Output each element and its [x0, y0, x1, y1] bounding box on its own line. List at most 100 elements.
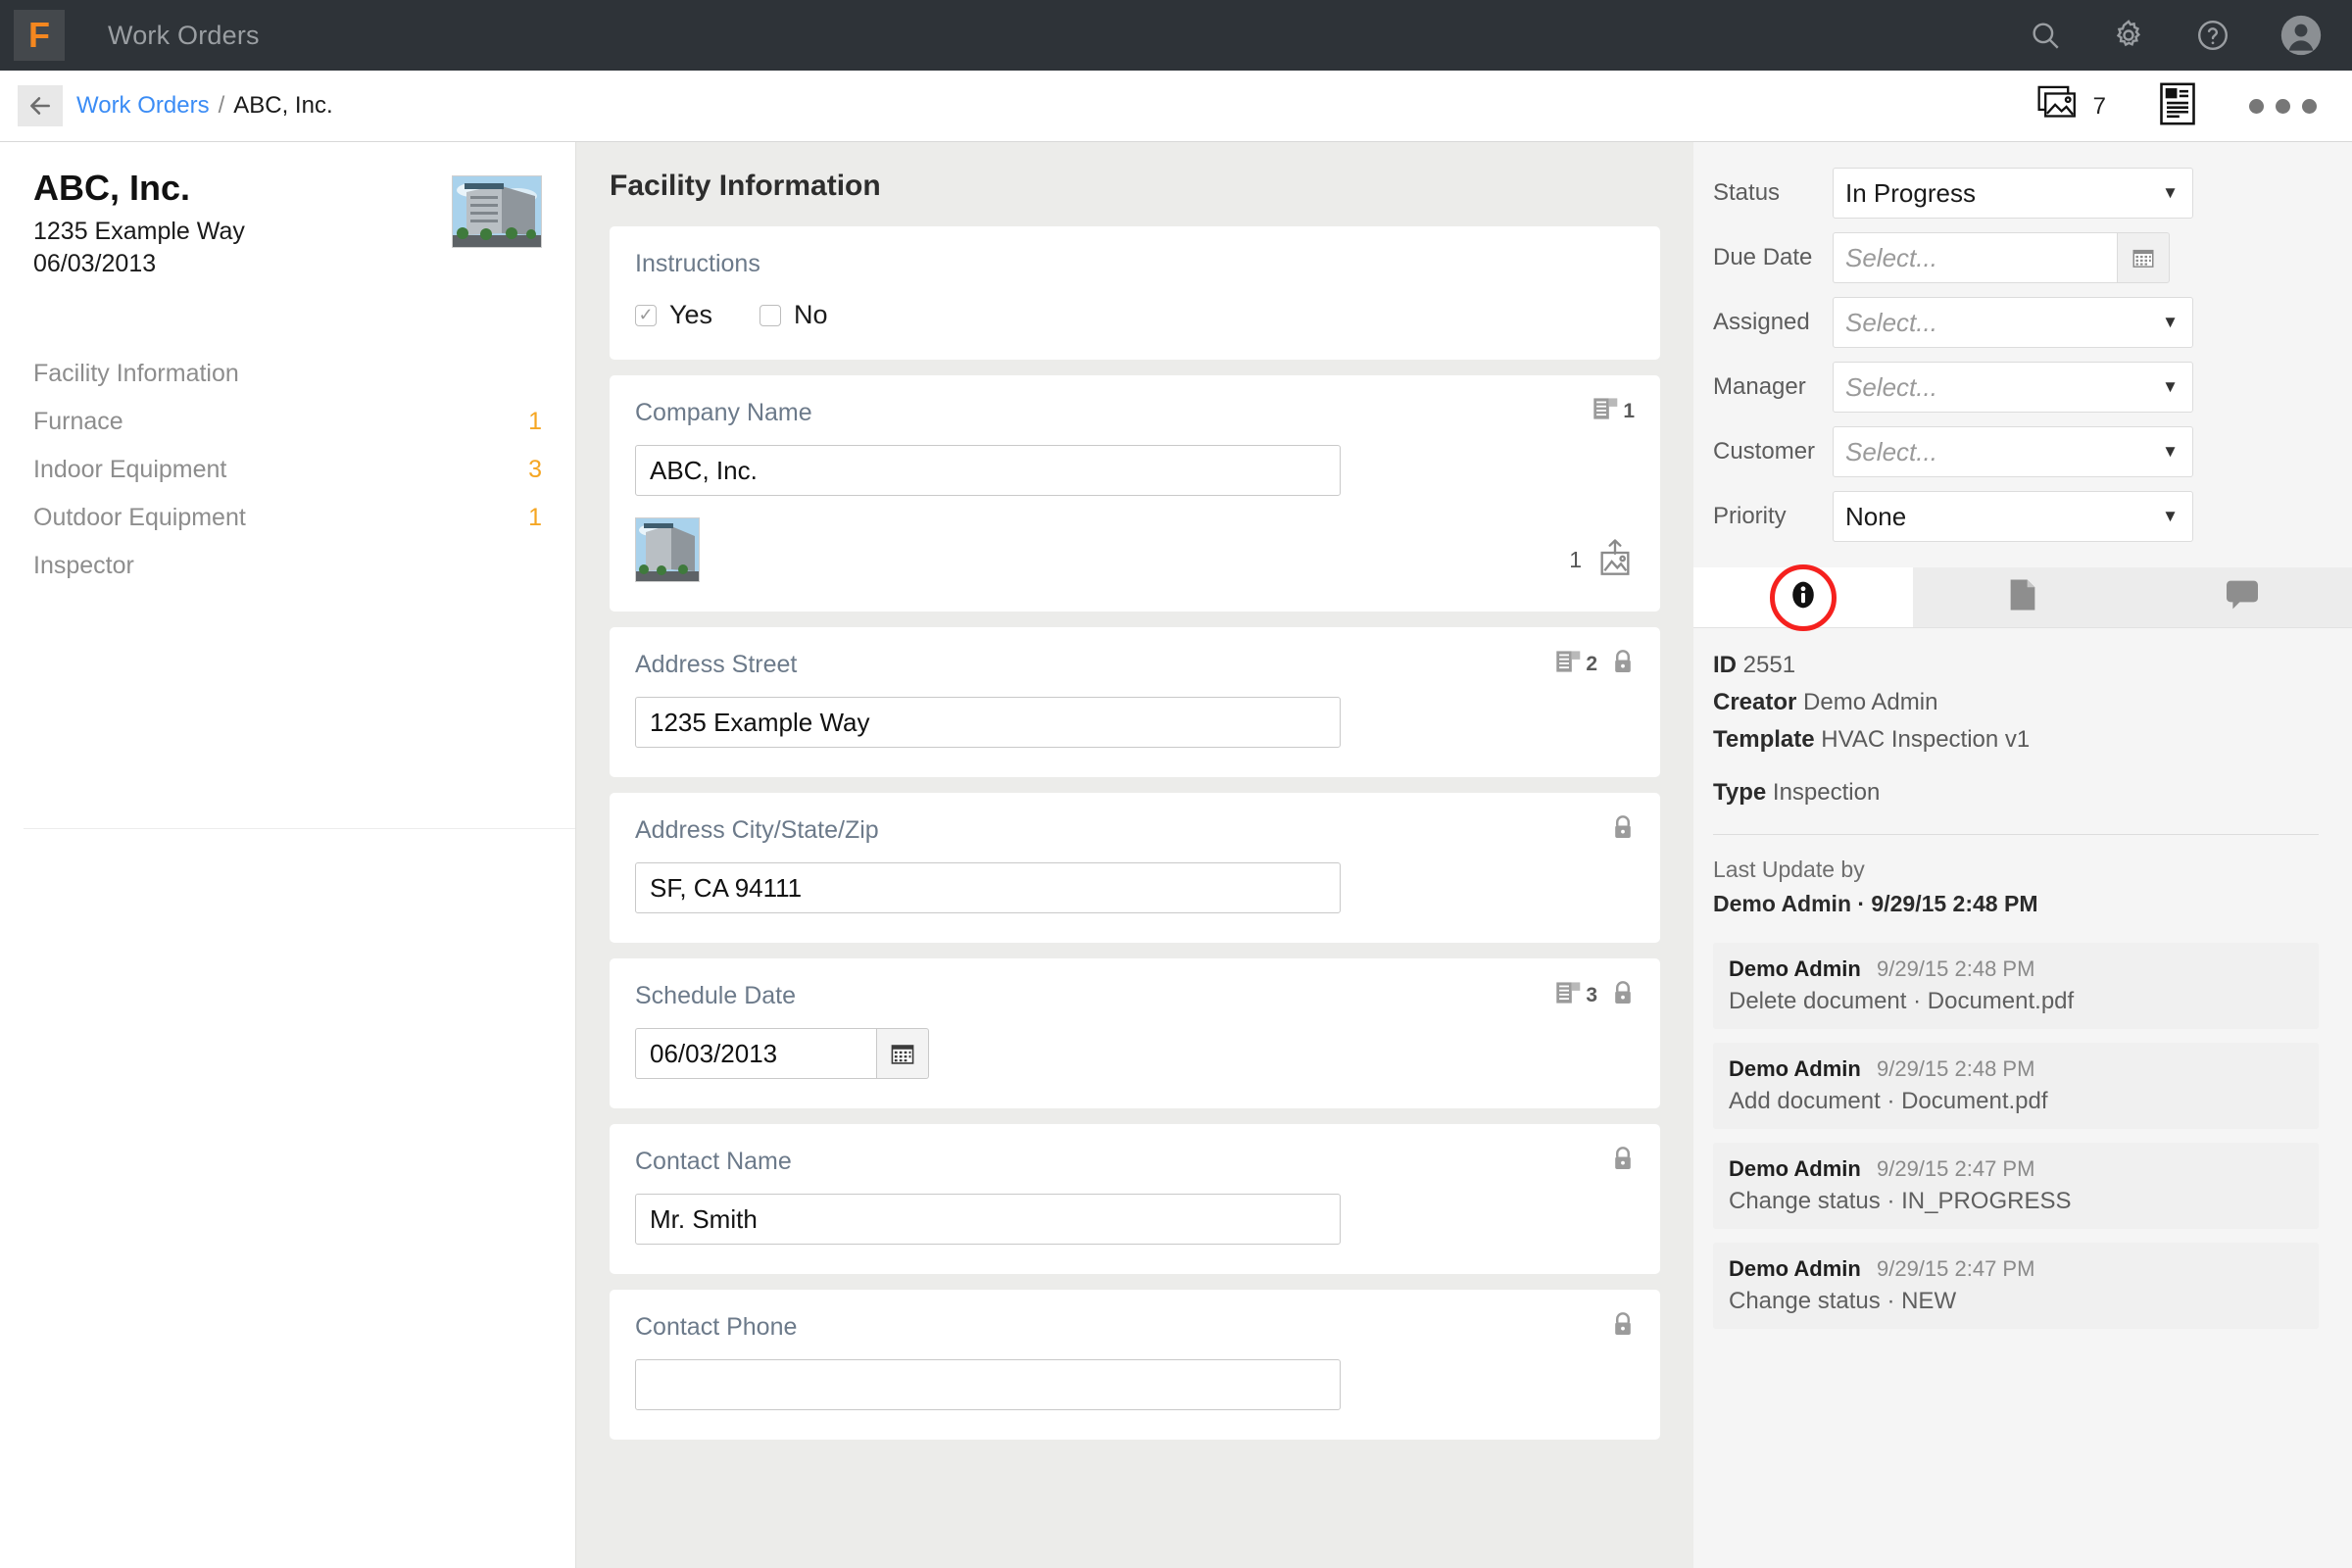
activity-time: 9/29/15 2:47 PM: [1876, 1156, 2035, 1181]
more-dots-icon[interactable]: [2249, 99, 2317, 114]
field-card-company-name: Company Name 1 ABC, Inc. 1: [610, 375, 1660, 612]
calendar-icon[interactable]: [2117, 232, 2170, 283]
help-icon[interactable]: [2195, 18, 2230, 53]
info-value: Demo Admin: [1803, 689, 1938, 715]
activity-user: Demo Admin: [1729, 1256, 1861, 1281]
comment-icon: [2225, 579, 2260, 615]
app-logo[interactable]: F: [14, 10, 65, 61]
activity-header: Demo Admin 9/29/15 2:48 PM: [1729, 956, 2303, 982]
field-badges: 1: [1593, 397, 1635, 425]
gallery-count: 7: [2092, 92, 2106, 120]
priority-select[interactable]: None ▼: [1833, 491, 2193, 542]
sidebar-item-label: Furnace: [33, 408, 123, 436]
tab-info[interactable]: [1693, 564, 1913, 631]
report-icon[interactable]: [2159, 82, 2196, 130]
assigned-select[interactable]: Select... ▼: [1833, 297, 2193, 348]
sidebar-item-label: Indoor Equipment: [33, 456, 227, 484]
sidebar-date: 06/03/2013: [33, 249, 157, 277]
field-card-instructions: Instructions ✓ Yes No: [610, 226, 1660, 360]
search-icon[interactable]: [2029, 19, 2062, 52]
back-button[interactable]: [18, 85, 63, 126]
sidebar-item-outdoor-equipment[interactable]: Outdoor Equipment 1: [33, 494, 542, 542]
instruction-doc-badge[interactable]: 2: [1556, 650, 1597, 678]
activity-user: Demo Admin: [1729, 1156, 1861, 1181]
tab-documents[interactable]: [1913, 567, 2132, 627]
list-item[interactable]: Demo Admin 9/29/15 2:48 PM Add document …: [1713, 1043, 2319, 1129]
breadcrumb-parent-link[interactable]: Work Orders: [76, 92, 210, 120]
field-label: Contact Phone: [635, 1313, 798, 1341]
highlight-annotation: [1770, 564, 1837, 631]
top-bar-actions: [2029, 0, 2323, 71]
checkbox-yes[interactable]: ✓ Yes: [635, 300, 712, 330]
list-item[interactable]: Demo Admin 9/29/15 2:47 PM Change status…: [1713, 1243, 2319, 1329]
field-card-schedule-date: Schedule Date 3 06/03/2013: [610, 958, 1660, 1108]
dot: [2249, 99, 2264, 114]
workorder-meta-fields: Status In Progress ▼ Due Date Select...: [1693, 142, 2352, 542]
select-placeholder: Select...: [1845, 242, 1937, 272]
activity-action: Change status · NEW: [1729, 1288, 1957, 1314]
form-panel: Facility Information Instructions ✓ Yes …: [576, 142, 1693, 1568]
status-select[interactable]: In Progress ▼: [1833, 168, 2193, 219]
input-value: ABC, Inc.: [650, 455, 758, 485]
sidebar-item-label: Inspector: [33, 552, 134, 580]
field-badges: [1611, 1146, 1635, 1176]
list-item[interactable]: Demo Admin 9/29/15 2:48 PM Delete docume…: [1713, 943, 2319, 1029]
input-value: 06/03/2013: [650, 1038, 778, 1068]
checkbox-box: [760, 304, 782, 326]
field-label: Address Street: [635, 651, 798, 678]
contact-name-input[interactable]: Mr. Smith: [635, 1194, 1341, 1245]
meta-label: Due Date: [1713, 244, 1813, 270]
schedule-date-input[interactable]: 06/03/2013: [635, 1028, 876, 1079]
customer-select[interactable]: Select... ▼: [1833, 426, 2193, 477]
top-app-bar: F Work Orders: [0, 0, 2352, 71]
checkbox-box: ✓: [635, 304, 657, 326]
sidebar-item-indoor-equipment[interactable]: Indoor Equipment 3: [33, 446, 542, 494]
sidebar-item-inspector[interactable]: Inspector: [33, 542, 542, 590]
sidebar-item-label: Facility Information: [33, 360, 239, 388]
activity-time: 9/29/15 2:48 PM: [1876, 956, 2035, 981]
gear-icon[interactable]: [2111, 18, 2146, 53]
chevron-down-icon: ▼: [2162, 442, 2179, 461]
checkbox-label: No: [794, 300, 828, 329]
company-name-input[interactable]: ABC, Inc.: [635, 445, 1341, 496]
meta-row-priority: Priority None ▼: [1713, 491, 2319, 542]
tab-comments[interactable]: [2132, 567, 2352, 627]
sidebar-item-count: 3: [528, 456, 542, 484]
info-value: 2551: [1742, 652, 1796, 678]
activity-action: Delete document · Document.pdf: [1729, 988, 2075, 1014]
sidebar-item-facility-information[interactable]: Facility Information: [33, 350, 542, 398]
badge-count: 1: [1623, 399, 1635, 422]
instruction-doc-icon: [1556, 650, 1582, 678]
activity-user: Demo Admin: [1729, 1056, 1861, 1081]
field-label: Contact Name: [635, 1148, 792, 1175]
instruction-doc-badge[interactable]: 1: [1593, 397, 1635, 425]
info-divider: [1713, 834, 2319, 835]
due-date-input[interactable]: Select...: [1833, 232, 2117, 283]
activity-header: Demo Admin 9/29/15 2:47 PM: [1729, 1256, 2303, 1282]
image-upload-control[interactable]: 1: [1569, 538, 1635, 582]
address-city-state-zip-input[interactable]: SF, CA 94111: [635, 862, 1341, 913]
instruction-doc-badge[interactable]: 3: [1556, 981, 1597, 1009]
contact-phone-input[interactable]: [635, 1359, 1341, 1410]
last-update-label: Last Update by: [1713, 857, 1865, 882]
meta-label: Priority: [1713, 503, 1787, 529]
checkbox-no[interactable]: No: [760, 300, 828, 330]
address-street-input[interactable]: 1235 Example Way: [635, 697, 1341, 748]
avatar[interactable]: [2279, 14, 2323, 57]
manager-select[interactable]: Select... ▼: [1833, 362, 2193, 413]
building-photo[interactable]: [635, 517, 700, 582]
activity-action: Add document · Document.pdf: [1729, 1088, 2048, 1114]
info-value: Inspection: [1772, 779, 1881, 806]
info-row-id: ID 2551: [1713, 652, 2319, 679]
list-item[interactable]: Demo Admin 9/29/15 2:47 PM Change status…: [1713, 1143, 2319, 1229]
activity-action: Change status · IN_PROGRESS: [1729, 1188, 2072, 1214]
last-update-value: Demo Admin · 9/29/15 2:48 PM: [1713, 891, 2038, 916]
sidebar-address: 1235 Example Way: [33, 218, 245, 246]
activity-header: Demo Admin 9/29/15 2:48 PM: [1729, 1056, 2303, 1082]
calendar-icon[interactable]: [876, 1028, 929, 1079]
breadcrumb-current: ABC, Inc.: [233, 92, 333, 119]
sidebar-item-furnace[interactable]: Furnace 1: [33, 398, 542, 446]
building-photo[interactable]: [452, 175, 542, 248]
badge-count: 2: [1586, 652, 1597, 675]
gallery-button[interactable]: 7: [2037, 84, 2106, 128]
